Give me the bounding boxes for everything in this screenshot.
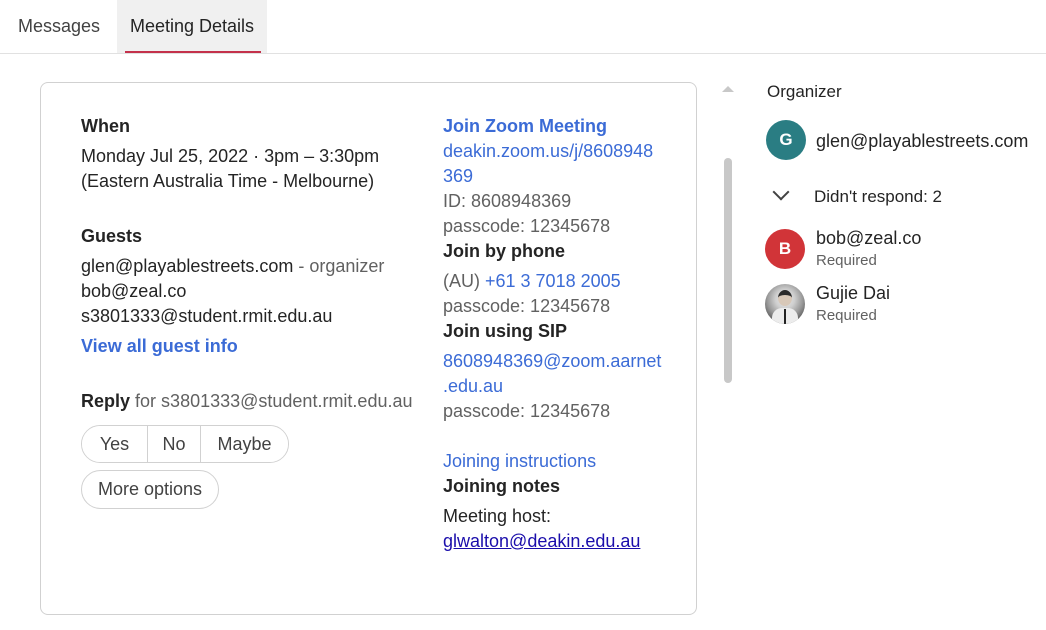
passcode: passcode: 12345678 [443, 401, 611, 421]
phone-number-link[interactable]: +61 3 7018 2005 [485, 271, 621, 291]
zoom-url-link[interactable]: deakin.zoom.us/j/8608948 [443, 139, 653, 164]
tab-meeting-details-label: Meeting Details [129, 16, 255, 36]
guest-item: bob@zeal.co [81, 281, 187, 301]
tab-bar: Messages Meeting Details [0, 0, 1046, 54]
tab-meeting-details[interactable]: Meeting Details [117, 0, 267, 53]
reply-no-button[interactable]: No [147, 426, 200, 462]
avatar: G [766, 120, 806, 160]
attendee-name: bob@zeal.co [816, 228, 922, 248]
phone-line: (AU) +61 3 7018 2005 [443, 269, 621, 294]
reply-maybe-button[interactable]: Maybe [200, 426, 288, 462]
sip-link-continued[interactable]: .edu.au [443, 374, 503, 399]
phone-region: (AU) [443, 271, 485, 291]
reply-button-group: Yes No Maybe [81, 425, 289, 463]
sip-link[interactable]: 8608948369@zoom.aarnet [443, 349, 661, 374]
reply-yes-button[interactable]: Yes [82, 426, 147, 462]
reply-for: for s3801333@student.rmit.edu.au [135, 391, 413, 411]
active-tab-indicator [125, 51, 261, 53]
didnt-respond-toggle[interactable]: Didn't respond: 2 [814, 185, 942, 209]
when-heading: When [81, 116, 130, 136]
join-zoom-link[interactable]: Join Zoom Meeting [443, 114, 607, 139]
guests-heading: Guests [81, 226, 143, 246]
guest-email: glen@playablestreets.com [81, 256, 294, 276]
reply-label: Reply [81, 391, 131, 411]
joining-instructions-link[interactable]: Joining instructions [443, 449, 596, 474]
when-timezone: (Eastern Australia Time - Melbourne) [81, 171, 375, 191]
meeting-host-label: Meeting host: [443, 506, 552, 526]
avatar-photo [765, 284, 805, 324]
view-all-guests-link[interactable]: View all guest info [81, 334, 238, 359]
meeting-id: ID: 8608948369 [443, 191, 572, 211]
join-sip-heading: Join using SIP [443, 321, 568, 341]
guest-item: s3801333@student.rmit.edu.au [81, 306, 333, 326]
passcode: passcode: 12345678 [443, 216, 611, 236]
meeting-details-card: When Monday Jul 25, 2022 · 3pm – 3:30pm … [40, 82, 697, 615]
scrollbar-thumb[interactable] [724, 158, 732, 383]
avatar-photo-tie [784, 309, 786, 324]
attendee-status: Required [816, 252, 877, 269]
join-by-phone-heading: Join by phone [443, 241, 566, 261]
organizer-heading: Organizer [767, 82, 842, 101]
scroll-up-arrow-icon[interactable] [722, 86, 734, 92]
host-email-link[interactable]: glwalton@deakin.edu.au [443, 529, 640, 554]
avatar-photo-head [778, 290, 792, 306]
joining-notes-heading: Joining notes [443, 476, 560, 496]
zoom-url-link-continued[interactable]: 369 [443, 164, 473, 189]
avatar: B [765, 229, 805, 269]
when-date: Monday Jul 25, 2022 · 3pm – 3:30pm [81, 146, 380, 166]
passcode: passcode: 12345678 [443, 296, 611, 316]
reply-line: Reply for s3801333@student.rmit.edu.au [81, 389, 413, 414]
tab-messages[interactable]: Messages [18, 0, 100, 53]
organizer-email: glen@playablestreets.com [816, 131, 1029, 151]
attendee-status: Required [816, 307, 877, 324]
guest-item: glen@playablestreets.com - organizer [81, 254, 384, 279]
guest-role: - organizer [293, 256, 385, 276]
chevron-down-icon[interactable] [772, 183, 790, 201]
attendee-name: Gujie Dai [816, 283, 891, 303]
more-options-button[interactable]: More options [81, 470, 219, 509]
